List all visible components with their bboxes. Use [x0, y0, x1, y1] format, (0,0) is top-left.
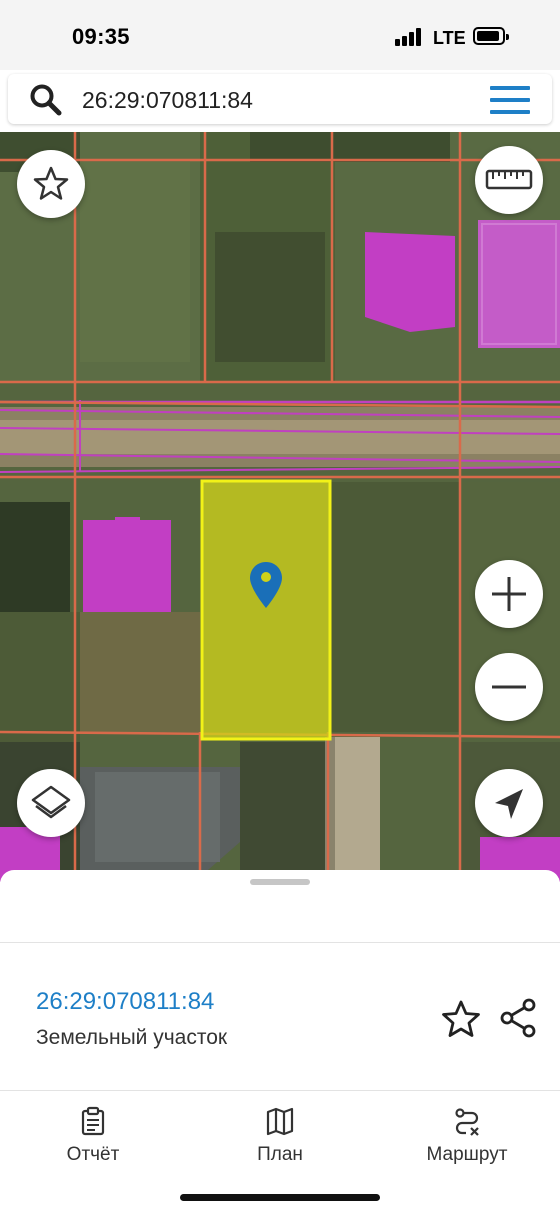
locate-button[interactable] [475, 769, 543, 837]
ruler-icon [485, 169, 533, 190]
map-view[interactable] [0, 132, 560, 882]
cellular-signal-icon [395, 28, 425, 46]
favorite-star-icon[interactable] [440, 998, 482, 1040]
tab-report[interactable]: Отчёт [23, 1102, 163, 1172]
home-indicator [180, 1194, 380, 1201]
ruler-button[interactable] [475, 146, 543, 214]
tab-route[interactable]: Маршрут [397, 1102, 537, 1172]
sheet-drag-handle[interactable] [250, 879, 310, 885]
parcel-cadastral-number[interactable]: 26:29:070811:84 [36, 988, 214, 1016]
search-input[interactable]: 26:29:070811:84 [82, 87, 253, 114]
search-icon[interactable] [28, 82, 64, 118]
network-type: LTE [433, 28, 466, 48]
divider [0, 1090, 560, 1091]
layers-button[interactable] [17, 769, 85, 837]
report-icon [81, 1106, 105, 1136]
search-bar[interactable]: 26:29:070811:84 [8, 74, 552, 124]
minus-icon [492, 685, 526, 689]
tab-route-label: Маршрут [426, 1144, 508, 1165]
plus-icon [492, 577, 526, 611]
favorite-map-button[interactable] [17, 150, 85, 218]
divider [0, 942, 560, 943]
tab-report-label: Отчёт [66, 1144, 120, 1165]
menu-icon[interactable] [490, 86, 530, 114]
zoom-out-button[interactable] [475, 653, 543, 721]
star-icon [33, 166, 69, 200]
navigation-arrow-icon [495, 789, 523, 819]
layers-icon [31, 785, 71, 819]
status-time: 09:35 [72, 24, 130, 49]
map-icon [266, 1107, 294, 1136]
battery-icon [473, 27, 509, 45]
share-icon[interactable] [497, 997, 539, 1039]
route-icon [455, 1108, 479, 1136]
tab-plan[interactable]: План [210, 1102, 350, 1172]
tab-plan-label: План [257, 1144, 303, 1165]
status-bar: 09:35 LTE [0, 0, 560, 70]
zoom-in-button[interactable] [475, 560, 543, 628]
bottom-sheet[interactable]: 26:29:070811:84 Земельный участок Отчёт … [0, 870, 560, 1213]
parcel-type-label: Земельный участок [36, 1026, 228, 1049]
